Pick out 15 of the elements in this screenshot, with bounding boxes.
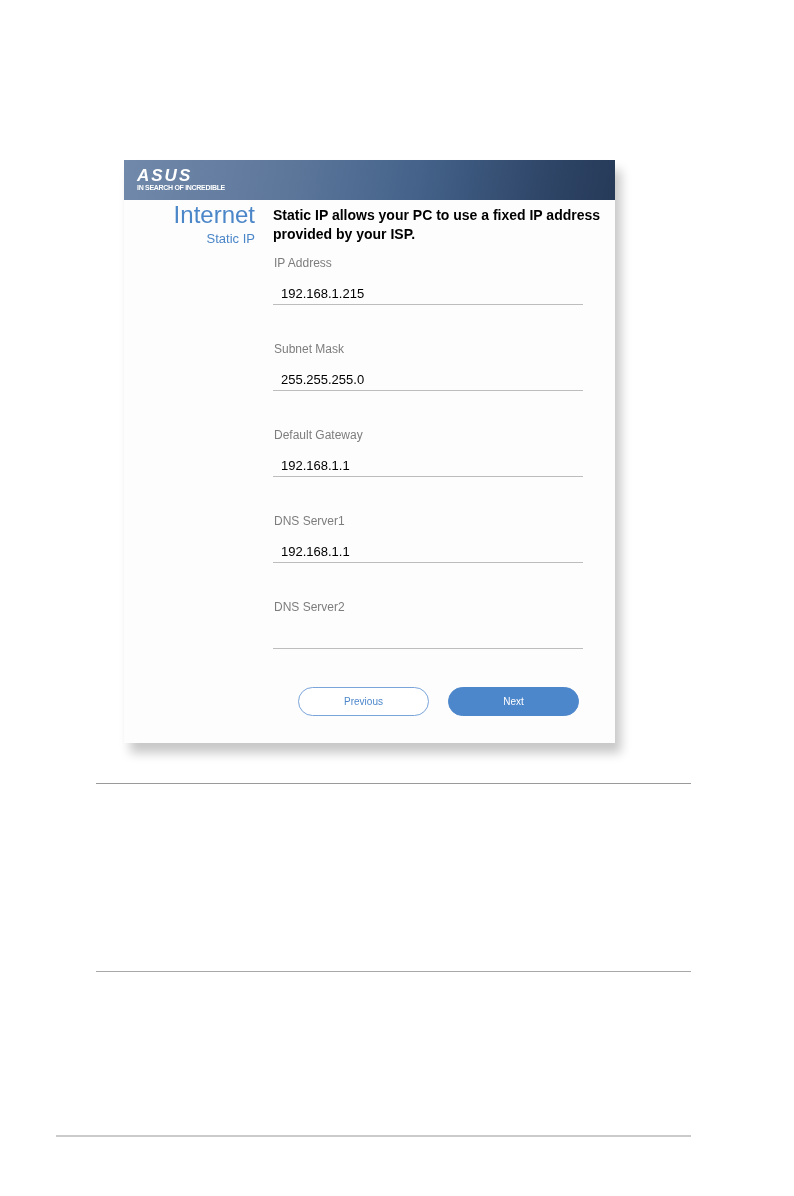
input-field[interactable]: 255.255.255.0 xyxy=(273,368,583,391)
field-label: DNS Server1 xyxy=(273,514,345,528)
page-title: Internet xyxy=(173,201,255,228)
input-field[interactable]: 192.168.1.1 xyxy=(273,454,583,477)
field-label: Default Gateway xyxy=(273,428,363,442)
next-button[interactable]: Next xyxy=(448,687,579,716)
field-label: DNS Server2 xyxy=(273,600,345,614)
description-text: Static IP allows your PC to use a fixed IP address provided by your ISP. xyxy=(273,206,602,244)
field-label: Subnet Mask xyxy=(273,342,345,356)
page-subtitle: Static IP xyxy=(206,231,255,247)
logo-wordmark: ASUS xyxy=(137,168,193,183)
field-label: IP Address xyxy=(273,256,332,270)
input-field[interactable]: 192.168.1.215 xyxy=(273,282,583,305)
input-field[interactable]: 192.168.1.1 xyxy=(273,540,583,563)
previous-button[interactable]: Previous xyxy=(298,687,429,716)
